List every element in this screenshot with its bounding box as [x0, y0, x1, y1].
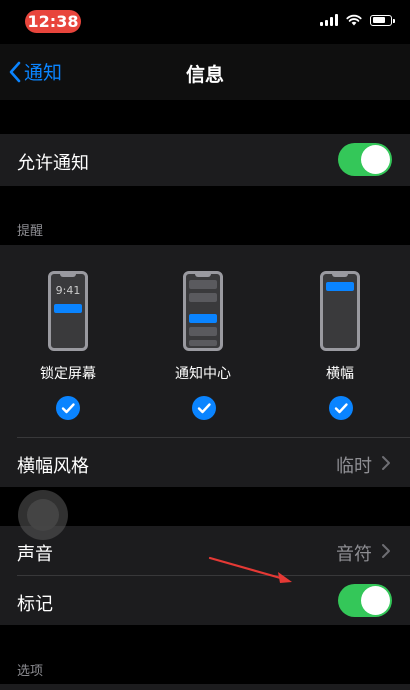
preview-clock: 9:41: [55, 284, 81, 297]
sounds-label: 声音: [17, 544, 53, 565]
lock-screen-preview[interactable]: 9:41: [48, 271, 88, 351]
allow-notifications-toggle[interactable]: [338, 143, 392, 176]
badges-toggle[interactable]: [338, 584, 392, 617]
banner-style-row[interactable]: 横幅风格 临时: [0, 438, 410, 487]
checkmark-icon: [61, 403, 75, 414]
notification-center-check[interactable]: [192, 396, 216, 420]
alerts-header: 提醒: [17, 224, 44, 239]
style-label-notification-center: 通知中心: [175, 366, 231, 382]
alerts-section: 9:41 锁定屏幕 通知中心 横幅 横幅风格 临时: [0, 245, 410, 487]
checkmark-icon: [334, 403, 348, 414]
allow-notifications-label: 允许通知: [17, 153, 89, 174]
status-bar: 12:38: [0, 0, 410, 44]
options-header: 选项: [17, 664, 44, 679]
banner-style-value: 临时: [336, 456, 372, 477]
lock-screen-check[interactable]: [56, 396, 80, 420]
style-label-lock-screen: 锁定屏幕: [40, 366, 96, 382]
banner-check[interactable]: [329, 396, 353, 420]
status-icons: [320, 14, 395, 26]
banner-style-label: 横幅风格: [17, 456, 89, 477]
badges-label: 标记: [17, 594, 53, 615]
annotation-arrow-icon: [208, 556, 292, 583]
status-time: 12:38: [25, 10, 81, 33]
assistive-touch-button[interactable]: [18, 490, 68, 540]
options-section: [0, 684, 410, 690]
style-label-banner: 横幅: [326, 366, 354, 382]
notification-center-preview[interactable]: [183, 271, 223, 351]
allow-notifications-row: 允许通知: [0, 134, 410, 186]
chevron-right-icon: [382, 544, 390, 558]
wifi-icon: [346, 14, 362, 26]
sounds-value: 音符: [336, 544, 372, 565]
chevron-right-icon: [382, 456, 390, 470]
checkmark-icon: [197, 403, 211, 414]
nav-bar: 通知 信息: [0, 44, 410, 100]
page-title: 信息: [185, 64, 224, 86]
signal-icon: [320, 14, 338, 26]
banner-preview[interactable]: [320, 271, 360, 351]
battery-icon: [370, 14, 395, 26]
